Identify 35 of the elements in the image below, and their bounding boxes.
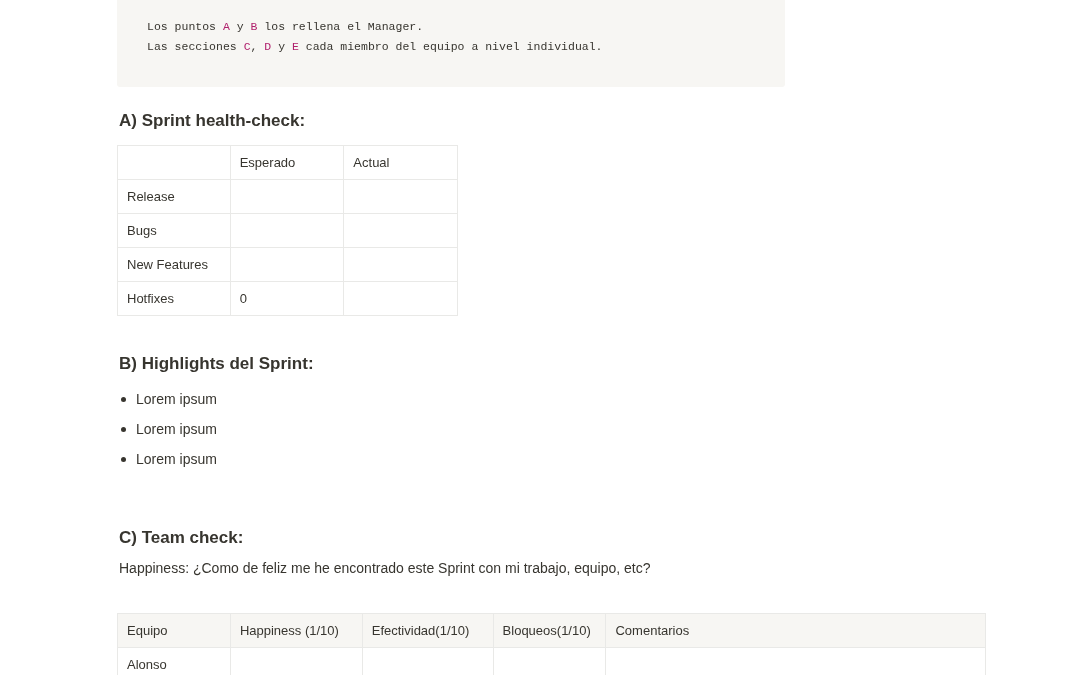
code-text: cada miembro del equipo a nivel individual. (304, 40, 603, 53)
highlighted-code-text: D (264, 40, 272, 53)
table-cell-text: Actual (352, 153, 391, 172)
table-header-cell: Comentarios (606, 614, 985, 647)
list-item-text: Lorem ipsum (136, 389, 217, 409)
table-cell: Hotfixes (118, 282, 231, 315)
highlighted-code-text: E (291, 40, 299, 53)
table-header-cell: Equipo (118, 614, 231, 647)
table-cell: 0 (230, 282, 345, 315)
code-text: los rellena el Manager. (263, 20, 424, 33)
code-text: y (235, 20, 245, 33)
table-cell: Bugs (118, 214, 231, 247)
highlighted-code-text: B (250, 20, 258, 33)
section-heading: C) Team check: (119, 527, 245, 549)
code-text: y (277, 40, 287, 53)
bullet-icon (121, 396, 126, 402)
bullet-icon (121, 456, 126, 462)
table-header-cell: Happiness (1/10) (230, 614, 363, 647)
highlighted-code-text: A (222, 20, 230, 33)
highlighted-code-text: C (243, 40, 251, 53)
section-heading: A) Sprint health-check: (119, 110, 307, 132)
paragraph: Happiness: ¿Como de feliz me he encontrado este Sprint con mi trabajo, equipo, etc? (119, 559, 652, 578)
section-heading: B) Highlights del Sprint: (119, 353, 315, 375)
table-cell: Alonso (118, 648, 231, 675)
table-cell: Esperado (230, 146, 345, 179)
code-text: Las secciones (147, 40, 238, 53)
table-cell: New Features (118, 248, 231, 281)
code-text: Los puntos (147, 20, 217, 33)
table-header-cell: Efectividad(1/10) (362, 614, 494, 647)
list-item-text: Lorem ipsum (136, 449, 217, 469)
table-header-cell: Bloqueos(1/10) (493, 614, 607, 647)
list-item-text: Lorem ipsum (136, 419, 217, 439)
table-cell: Release (118, 180, 231, 213)
bullet-icon (121, 426, 126, 432)
code-text: , (250, 40, 259, 53)
